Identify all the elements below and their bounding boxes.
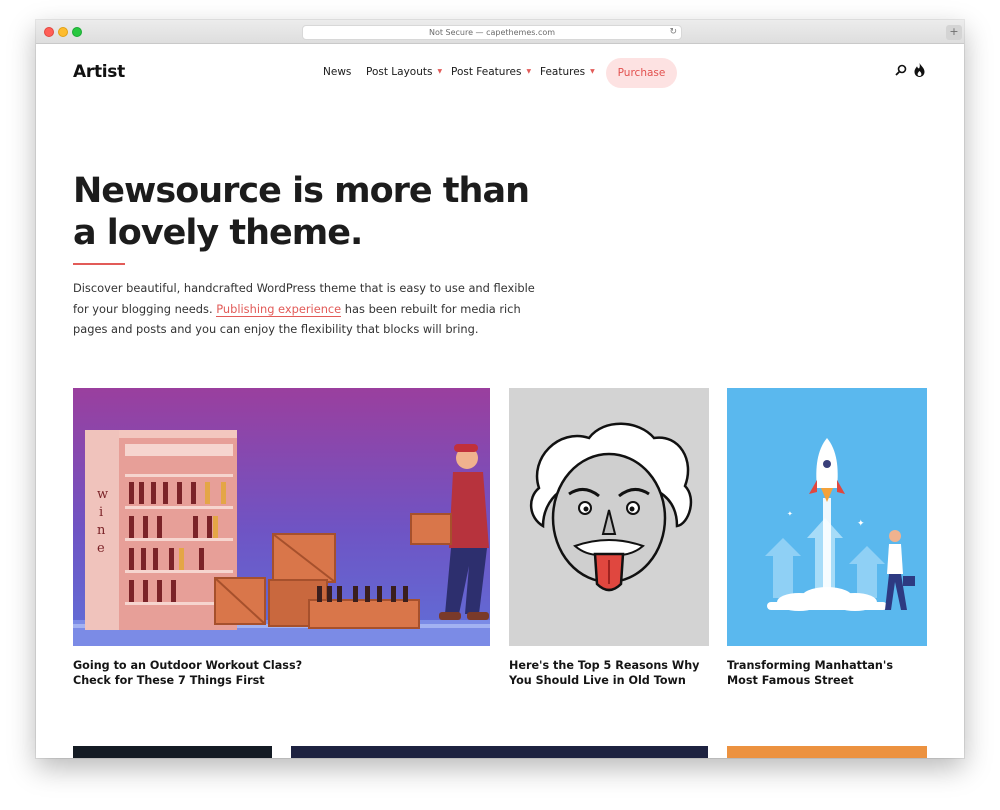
browser-titlebar: Not Secure — capethemes.com ↻ +: [36, 20, 964, 44]
post-image-einstein[interactable]: [509, 388, 709, 646]
svg-text:n: n: [97, 523, 106, 538]
search-icon[interactable]: [895, 64, 907, 76]
post-image-partial[interactable]: [727, 746, 927, 758]
reload-icon[interactable]: ↻: [669, 26, 677, 39]
svg-text:i: i: [99, 505, 103, 520]
nav-item-features[interactable]: Features ▼: [540, 66, 595, 78]
post-image-rocket[interactable]: ✦ ✦: [727, 388, 927, 646]
svg-text:e: e: [97, 541, 105, 556]
post-title[interactable]: Going to an Outdoor Workout Class? Check…: [73, 659, 343, 688]
nav-item-label: Features: [540, 66, 586, 78]
nav-item-label: Post Features: [451, 66, 522, 78]
einstein-illustration: [509, 388, 709, 646]
post-title[interactable]: Transforming Manhattan's Most Famous Str…: [727, 659, 927, 688]
nav-item-label: Post Layouts: [366, 66, 433, 78]
title-accent-divider: [73, 263, 125, 265]
chevron-down-icon: ▼: [526, 68, 532, 75]
post-title[interactable]: Here's the Top 5 Reasons Why You Should …: [509, 659, 709, 688]
flame-icon[interactable]: [914, 63, 925, 77]
minimize-window-button[interactable]: [58, 27, 68, 37]
publishing-experience-link[interactable]: Publishing experience: [216, 301, 342, 317]
svg-text:w: w: [97, 487, 108, 502]
svg-text:✦: ✦: [787, 510, 793, 518]
browser-window: Not Secure — capethemes.com ↻ + Artist N…: [36, 20, 964, 758]
purchase-button[interactable]: Purchase: [606, 58, 677, 88]
chevron-down-icon: ▼: [437, 68, 443, 75]
nav-item-label: News: [323, 66, 352, 78]
zoom-window-button[interactable]: [72, 27, 82, 37]
hero-title: Newsource is more than a lovely theme.: [73, 171, 530, 253]
svg-text:✦: ✦: [857, 519, 865, 529]
nav-item-post-layouts[interactable]: Post Layouts ▼: [366, 66, 442, 78]
post-image-partial[interactable]: [73, 746, 272, 758]
address-bar[interactable]: Not Secure — capethemes.com ↻: [302, 25, 682, 40]
post-image-wine-shop[interactable]: w i n e: [73, 388, 490, 646]
chevron-down-icon: ▼: [590, 68, 595, 75]
nav-item-news[interactable]: News: [323, 66, 351, 78]
hero-description: Discover beautiful, handcrafted WordPres…: [73, 278, 543, 340]
wine-shop-illustration: w i n e: [73, 388, 490, 646]
address-bar-text: Not Secure — capethemes.com: [428, 28, 556, 37]
close-window-button[interactable]: [44, 27, 54, 37]
post-image-partial[interactable]: [291, 746, 708, 758]
main-navigation: News Post Layouts ▼ Post Features ▼ Featur…: [36, 58, 964, 88]
rocket-launch-illustration: ✦ ✦: [727, 388, 927, 646]
plus-icon[interactable]: +: [946, 25, 962, 40]
nav-item-post-features[interactable]: Post Features ▼: [451, 66, 531, 78]
